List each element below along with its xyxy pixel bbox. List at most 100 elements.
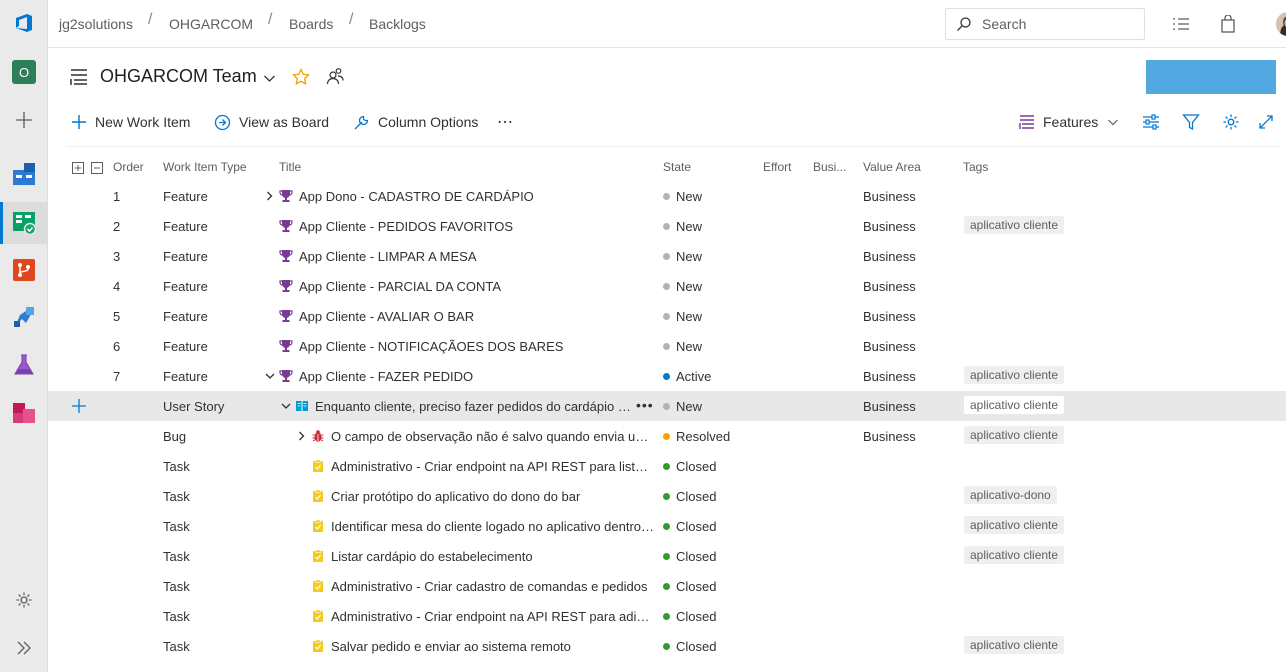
column-header-value-area[interactable]: Value Area <box>863 160 921 174</box>
row-state-label: Active <box>676 369 712 384</box>
row-title-link[interactable]: App Cliente - FAZER PEDIDO <box>299 369 655 384</box>
search-input[interactable] <box>982 16 1132 32</box>
add-icon[interactable] <box>0 102 48 138</box>
row-more-actions-button[interactable]: ••• <box>636 397 654 413</box>
project-avatar[interactable]: O <box>0 54 48 90</box>
pipelines-icon[interactable] <box>0 299 48 335</box>
backlog-row[interactable]: Task Identificar mesa do cliente logado n… <box>48 511 1286 541</box>
fullscreen-button[interactable] <box>1258 110 1282 134</box>
more-actions-button[interactable]: ⋯ <box>497 110 514 134</box>
row-title-link[interactable]: App Cliente - PEDIDOS FAVORITOS <box>299 219 655 234</box>
column-header-tags[interactable]: Tags <box>963 160 988 174</box>
backlog-row[interactable]: Task Listar cardápio do estabelecimento Cl… <box>48 541 1286 571</box>
breadcrumb-organization[interactable]: jg2solutions <box>59 16 133 32</box>
row-title-link[interactable]: App Cliente - LIMPAR A MESA <box>299 249 655 264</box>
team-members-icon[interactable] <box>326 67 344 88</box>
column-header-title[interactable]: Title <box>279 160 301 174</box>
boards-icon[interactable] <box>0 202 48 244</box>
row-tag[interactable]: aplicativo cliente <box>964 546 1065 564</box>
user-avatar[interactable] <box>1276 12 1286 36</box>
backlog-row[interactable]: 5 Feature App Cliente - AVALIAR O BAR New Bu… <box>48 301 1286 331</box>
arrow-circle-icon <box>214 114 231 130</box>
row-state: Resolved <box>663 429 730 444</box>
row-title-link[interactable]: Administrativo - Criar endpoint na API R… <box>331 459 655 474</box>
view-as-board-button[interactable]: View as Board <box>214 110 329 134</box>
top-bar: jg2solutions / OHGARCOM / Boards / Backl… <box>48 0 1286 48</box>
row-title-link[interactable]: O campo de observação não é salvo quando… <box>331 429 655 444</box>
marketplace-bag-icon[interactable] <box>1216 12 1240 36</box>
settings-icon[interactable] <box>0 582 48 618</box>
row-title-link[interactable]: Enquanto cliente, preciso fazer pedidos … <box>315 399 631 414</box>
backlog-row[interactable]: Task Administrativo - Criar cadastro de c… <box>48 571 1286 601</box>
row-title-link[interactable]: Administrativo - Criar endpoint na API R… <box>331 609 655 624</box>
view-options-button[interactable] <box>1142 110 1168 134</box>
expand-chevron-icon[interactable] <box>296 429 308 443</box>
expand-nav-icon[interactable] <box>0 630 48 666</box>
backlog-level-selector[interactable]: Features <box>1019 110 1127 134</box>
row-title-link[interactable]: App Dono - CADASTRO DE CARDÁPIO <box>299 189 655 204</box>
backlog-row[interactable]: 6 Feature App Cliente - NOTIFICAÇÃOES DOS … <box>48 331 1286 361</box>
collapse-all-button[interactable] <box>91 161 103 177</box>
backlog-row[interactable]: 4 Feature App Cliente - PARCIAL DA CONTA Ne… <box>48 271 1286 301</box>
backlog-row[interactable]: 7 Feature App Cliente - FAZER PEDIDO Active… <box>48 361 1286 391</box>
row-title-link[interactable]: Salvar pedido e enviar ao sistema remoto <box>331 639 655 654</box>
repos-icon[interactable] <box>0 252 48 288</box>
row-tag[interactable]: aplicativo cliente <box>964 396 1065 414</box>
backlog-row[interactable]: User Story Enquanto cliente, preciso faze… <box>48 391 1286 421</box>
row-title-link[interactable]: Listar cardápio do estabelecimento <box>331 549 655 564</box>
expand-chevron-icon[interactable] <box>264 189 276 203</box>
chevron-down-icon[interactable] <box>263 72 276 88</box>
azure-devops-logo[interactable] <box>0 5 48 41</box>
backlog-row[interactable]: 1 Feature App Dono - CADASTRO DE CARDÁPIO N… <box>48 181 1286 211</box>
column-options-button[interactable]: Column Options <box>353 110 478 134</box>
row-tag[interactable]: aplicativo cliente <box>964 516 1065 534</box>
state-dot-icon <box>663 373 670 380</box>
breadcrumb-boards[interactable]: Boards <box>289 16 333 32</box>
row-tag[interactable]: aplicativo cliente <box>964 426 1065 444</box>
task-list-icon[interactable] <box>1169 12 1193 36</box>
minus-box-icon <box>91 162 103 174</box>
backlog-row[interactable]: 2 Feature App Cliente - PEDIDOS FAVORITOS N… <box>48 211 1286 241</box>
row-tag[interactable]: aplicativo cliente <box>964 216 1065 234</box>
trophy-icon <box>279 279 293 293</box>
backlog-row[interactable]: Task Administrativo - Criar endpoint na A… <box>48 601 1286 631</box>
search-box[interactable] <box>945 8 1145 40</box>
column-header-business-value[interactable]: Busi... <box>813 160 846 174</box>
column-header-effort[interactable]: Effort <box>763 160 791 174</box>
column-header-type[interactable]: Work Item Type <box>163 160 247 174</box>
row-title-link[interactable]: App Cliente - AVALIAR O BAR <box>299 309 655 324</box>
column-header-order[interactable]: Order <box>113 160 144 174</box>
team-title[interactable]: OHGARCOM Team <box>100 66 257 87</box>
breadcrumb-project[interactable]: OHGARCOM <box>169 16 253 32</box>
add-child-icon[interactable] <box>72 399 86 416</box>
row-state-label: Closed <box>676 549 717 564</box>
row-tag[interactable]: aplicativo cliente <box>964 636 1065 654</box>
settings-button[interactable] <box>1222 110 1248 134</box>
filter-button[interactable] <box>1182 110 1208 134</box>
test-plans-icon[interactable] <box>0 347 48 383</box>
backlog-row[interactable]: Task Criar protótipo do aplicativo do don… <box>48 481 1286 511</box>
state-dot-icon <box>663 223 670 230</box>
breadcrumb-backlogs[interactable]: Backlogs <box>369 16 426 32</box>
row-tag[interactable]: aplicativo-dono <box>964 486 1057 504</box>
new-work-item-button[interactable]: New Work Item <box>71 110 190 134</box>
collapse-chevron-icon[interactable] <box>280 399 292 413</box>
row-title-link[interactable]: App Cliente - NOTIFICAÇÃOES DOS BARES <box>299 339 655 354</box>
artifacts-icon[interactable] <box>0 395 48 431</box>
backlog-row[interactable]: Task Administrativo - Criar endpoint na A… <box>48 451 1286 481</box>
row-title-link[interactable]: App Cliente - PARCIAL DA CONTA <box>299 279 655 294</box>
row-tag[interactable]: aplicativo cliente <box>964 366 1065 384</box>
collapse-chevron-icon[interactable] <box>264 369 276 383</box>
row-title-link[interactable]: Criar protótipo do aplicativo do dono do… <box>331 489 655 504</box>
clipboard-icon <box>311 579 325 593</box>
backlog-row[interactable]: Bug O campo de observação não é salvo qua… <box>48 421 1286 451</box>
backlog-row[interactable]: Task Salvar pedido e enviar ao sistema re… <box>48 631 1286 661</box>
row-state: New <box>663 249 702 264</box>
row-title-link[interactable]: Administrativo - Criar cadastro de coman… <box>331 579 655 594</box>
backlog-row[interactable]: 3 Feature App Cliente - LIMPAR A MESA New Bu… <box>48 241 1286 271</box>
favorite-star-icon[interactable] <box>292 67 310 89</box>
expand-all-button[interactable] <box>72 161 84 177</box>
column-header-state[interactable]: State <box>663 160 691 174</box>
row-title-link[interactable]: Identificar mesa do cliente logado no ap… <box>331 519 655 534</box>
overview-icon[interactable] <box>0 156 48 192</box>
